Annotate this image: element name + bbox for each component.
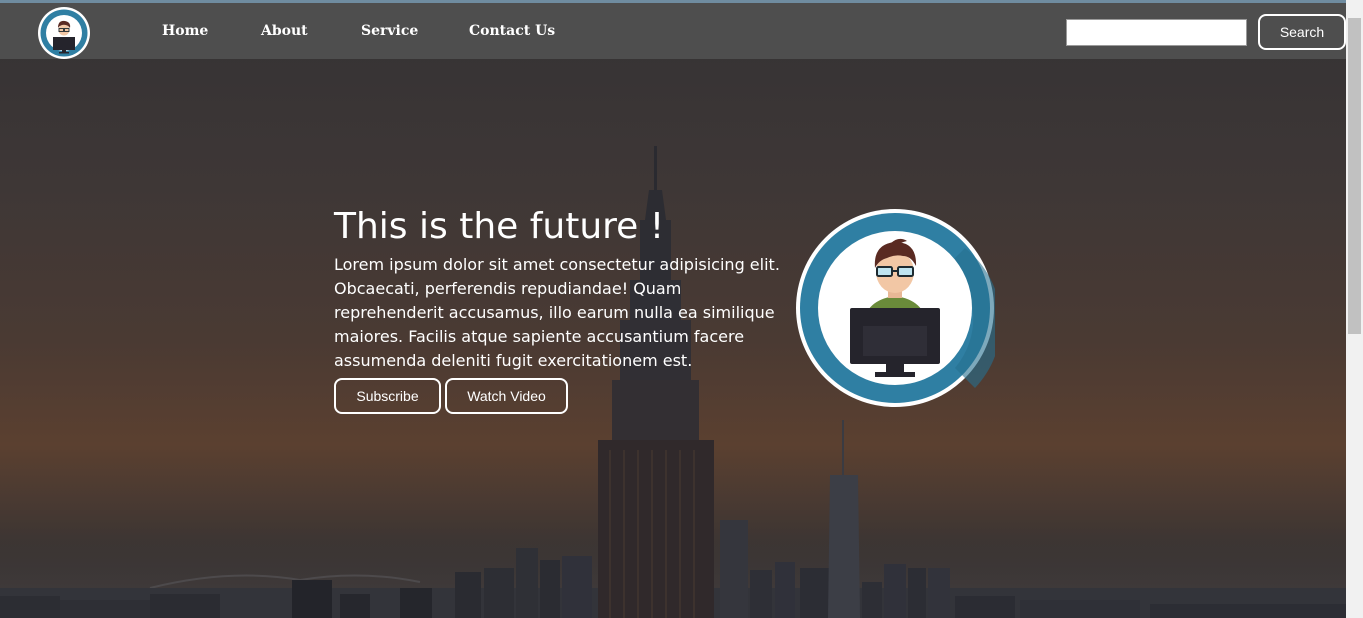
- watch-video-button[interactable]: Watch Video: [445, 378, 568, 414]
- nav-link-service[interactable]: Service: [361, 23, 418, 39]
- hero-description: Lorem ipsum dolor sit amet consectetur a…: [334, 255, 780, 370]
- hero-title: This is the future !: [334, 206, 665, 247]
- developer-at-computer-icon: [796, 209, 995, 407]
- top-border: [0, 0, 1363, 3]
- scrollbar-thumb[interactable]: [1348, 18, 1361, 334]
- navbar: Home About Service Contact Us Search: [0, 3, 1346, 59]
- nav-link-about[interactable]: About: [261, 23, 308, 39]
- nav-link-home[interactable]: Home: [162, 23, 208, 39]
- search-input[interactable]: [1066, 19, 1247, 46]
- nav-link-contact-us[interactable]: Contact Us: [469, 23, 555, 39]
- scrollbar[interactable]: [1346, 0, 1363, 618]
- subscribe-button[interactable]: Subscribe: [334, 378, 441, 414]
- search-button[interactable]: Search: [1258, 14, 1346, 50]
- logo-icon[interactable]: [37, 6, 91, 60]
- page: Home About Service Contact Us Search Thi…: [0, 0, 1363, 618]
